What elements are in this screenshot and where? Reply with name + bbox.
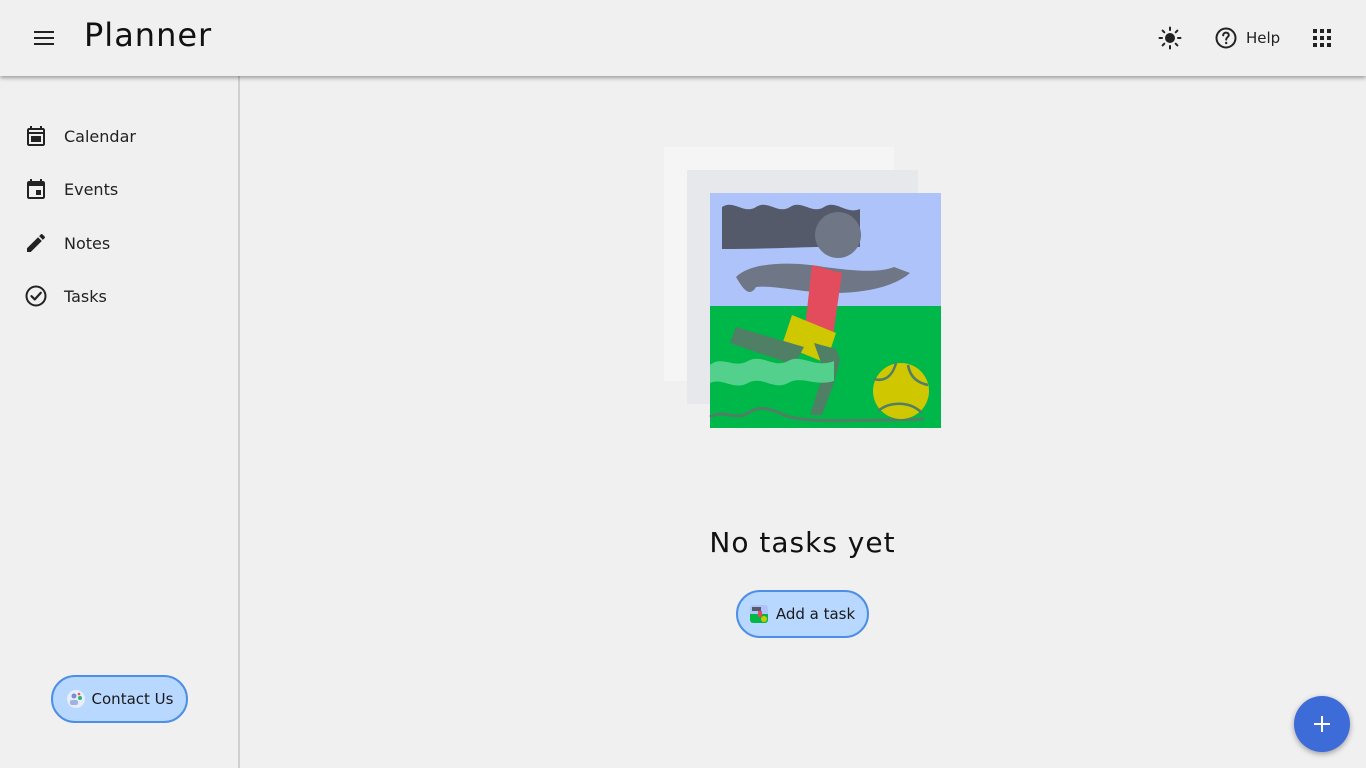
add-task-button[interactable]: Add a task [736,590,869,638]
help-button[interactable]: Help [1214,22,1280,54]
sidebar-item-label: Notes [64,233,111,253]
calendar-icon [27,126,45,146]
help-circle-icon [1215,27,1237,49]
empty-state-illustration [664,147,944,431]
sidebar-item-label: Events [64,179,119,199]
app-header: Planner Help [0,0,1366,76]
add-fab-button[interactable] [1294,696,1350,752]
add-task-label: Add a task [775,605,856,623]
sidebar-item-tasks[interactable]: Tasks [24,284,107,308]
apps-grid-icon [1313,29,1331,47]
sidebar-item-notes[interactable]: Notes [24,231,110,255]
theme-toggle-button[interactable] [1154,22,1186,54]
empty-state-title: No tasks yet [709,526,896,559]
task-thumbnail-icon [749,605,768,623]
sidebar-item-label: Calendar [64,126,136,146]
check-circle-icon [25,285,47,307]
menu-button[interactable] [24,18,64,58]
sidebar-item-calendar[interactable]: Calendar [24,124,136,148]
sidebar-item-label: Tasks [64,286,107,306]
event-icon [27,179,45,199]
pencil-icon [27,233,46,252]
sidebar-item-events[interactable]: Events [24,177,118,201]
hamburger-menu-icon [34,31,54,45]
sidebar: Calendar Events Notes Tasks Contact Us [0,76,240,768]
sun-icon [1158,26,1182,50]
help-label: Help [1246,29,1281,47]
contact-us-label: Contact Us [91,690,174,708]
app-title: Planner [84,16,213,54]
contact-us-button[interactable]: Contact Us [51,675,188,723]
plus-icon [1314,716,1330,732]
apps-button[interactable] [1306,22,1338,54]
contact-avatar-icon [66,690,85,708]
